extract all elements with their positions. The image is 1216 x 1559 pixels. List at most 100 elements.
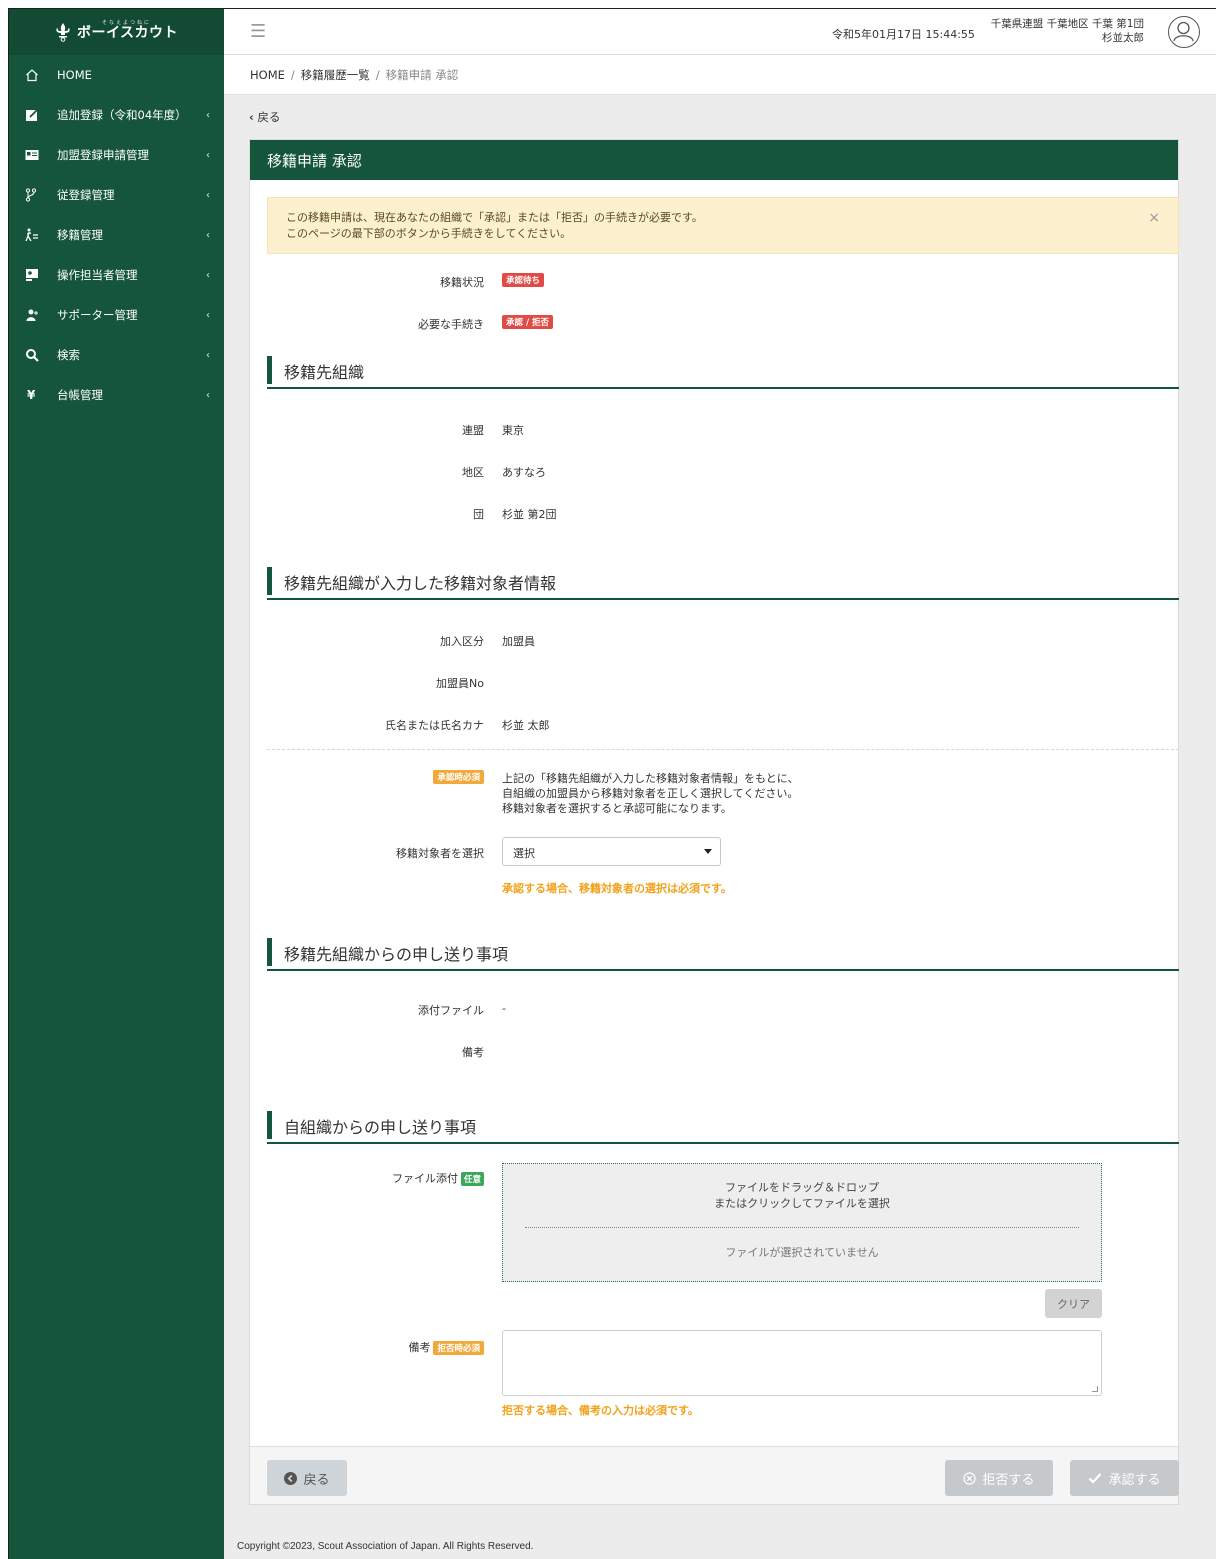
approval-required-alert: この移籍申請は、現在あなたの組織で「承認」または「拒否」の手続きが必要です。 こ… bbox=[267, 197, 1179, 254]
caret-down-icon bbox=[704, 849, 712, 854]
resize-handle-icon[interactable] bbox=[1092, 1386, 1098, 1392]
user-info: 千葉県連盟 千葉地区 千葉 第1団 杉並太郎 bbox=[991, 17, 1144, 45]
remarks-textarea[interactable] bbox=[502, 1330, 1102, 1396]
breadcrumb-home-link[interactable]: HOME bbox=[250, 68, 285, 82]
circle-x-icon bbox=[963, 1471, 977, 1485]
card-footer: 戻る 拒否する 承認する bbox=[250, 1446, 1179, 1504]
dest-remarks-row: 備考 bbox=[250, 1044, 1178, 1064]
user-name: 杉並太郎 bbox=[1102, 32, 1144, 44]
sidebar-item-label: サポーター管理 bbox=[57, 308, 138, 322]
optional-badge: 任意 bbox=[460, 1172, 484, 1186]
search-icon bbox=[25, 348, 47, 362]
name-row: 氏名または氏名カナ 杉並 太郎 bbox=[250, 717, 1178, 737]
sidebar-item-label: HOME bbox=[57, 68, 92, 82]
reject-button[interactable]: 拒否する bbox=[945, 1460, 1053, 1496]
join-type-label: 加入区分 bbox=[440, 635, 484, 648]
sidebar-item-home[interactable]: HOME bbox=[9, 55, 224, 95]
sidebar-item-sub-registration[interactable]: 従登録管理 ‹ bbox=[9, 175, 224, 215]
section-title: 自組織からの申し送り事項 bbox=[284, 1118, 477, 1137]
group-value: 杉並 第2団 bbox=[502, 508, 557, 521]
remarks-required-warning: 拒否する場合、備考の入力は必須です。 bbox=[502, 1404, 699, 1417]
select-value: 選択 bbox=[513, 847, 535, 860]
sidebar-item-label: 台帳管理 bbox=[57, 388, 103, 402]
district-row: 地区 あすなろ bbox=[250, 464, 1178, 484]
avatar[interactable] bbox=[1168, 16, 1200, 48]
sidebar-item-label: 操作担当者管理 bbox=[57, 268, 138, 282]
select-target-label: 移籍対象者を選択 bbox=[396, 847, 484, 860]
no-file-text: ファイルが選択されていません bbox=[725, 1246, 879, 1259]
section-own-notes: 自組織からの申し送り事項 bbox=[267, 1108, 1179, 1144]
selection-help-text: 上記の「移籍先組織が入力した移籍対象者情報」をもとに、 自組織の加盟員から移籍対… bbox=[502, 771, 798, 816]
transfer-approval-card: 移籍申請 承認 この移籍申請は、現在あなたの組織で「承認」または「拒否」の手続き… bbox=[249, 139, 1179, 1505]
help-line: 自組織の加盟員から移籍対象者を正しく選択してください。 bbox=[502, 787, 799, 800]
breadcrumb-separator: / bbox=[290, 67, 295, 82]
dropzone-divider bbox=[525, 1227, 1079, 1228]
dest-remarks-label: 備考 bbox=[462, 1046, 484, 1059]
attachment-label: 添付ファイル bbox=[418, 1004, 484, 1017]
section-bar bbox=[267, 356, 272, 384]
back-link[interactable]: ‹ 戻る bbox=[249, 109, 280, 125]
current-datetime: 令和5年01月17日 15:44:55 bbox=[832, 28, 975, 41]
sidebar-item-membership-application[interactable]: 加盟登録申請管理 ‹ bbox=[9, 135, 224, 175]
sidebar-item-transfer[interactable]: 移籍管理 ‹ bbox=[9, 215, 224, 255]
procedure-badge: 承認 / 拒否 bbox=[502, 315, 554, 329]
join-type-row: 加入区分 加盟員 bbox=[250, 633, 1178, 653]
help-line: 上記の「移籍先組織が入力した移籍対象者情報」をもとに、 bbox=[502, 772, 799, 785]
card-header: 移籍申請 承認 bbox=[250, 140, 1178, 180]
top-bar: ☰ 令和5年01月17日 15:44:55 千葉県連盟 千葉地区 千葉 第1団 … bbox=[224, 9, 1216, 55]
district-value: あすなろ bbox=[502, 466, 546, 479]
sidebar-item-operators[interactable]: 操作担当者管理 ‹ bbox=[9, 255, 224, 295]
user-icon bbox=[1173, 21, 1194, 42]
edit-icon bbox=[25, 108, 47, 122]
breadcrumb-current: 移籍申請 承認 bbox=[385, 67, 459, 82]
check-icon bbox=[1089, 1473, 1102, 1484]
sidebar-item-supporters[interactable]: サポーター管理 ‹ bbox=[9, 295, 224, 335]
close-icon[interactable]: × bbox=[1148, 210, 1160, 226]
file-attach-label: ファイル添付 bbox=[391, 1172, 458, 1185]
operator-icon bbox=[25, 268, 47, 282]
sidebar-item-label: 検索 bbox=[57, 348, 80, 362]
sidebar-item-search[interactable]: 検索 ‹ bbox=[9, 335, 224, 375]
back-button[interactable]: 戻る bbox=[267, 1460, 347, 1496]
id-card-icon bbox=[25, 149, 47, 161]
branch-icon bbox=[25, 188, 47, 202]
member-no-row: 加盟員No bbox=[250, 675, 1178, 695]
federation-value: 東京 bbox=[502, 424, 524, 437]
status-row: 移籍状況 承認待ち bbox=[250, 273, 1178, 294]
approve-button[interactable]: 承認する bbox=[1070, 1460, 1179, 1496]
select-required-warning: 承認する場合、移籍対象者の選択は必須です。 bbox=[502, 882, 732, 895]
district-label: 地区 bbox=[462, 466, 484, 479]
breadcrumb: HOME / 移籍履歴一覧 / 移籍申請 承認 bbox=[224, 55, 1216, 95]
transfer-target-select[interactable]: 選択 bbox=[502, 837, 721, 866]
brand-kana: そなえよつねに bbox=[102, 20, 152, 26]
sidebar-item-ledger[interactable]: ¥ 台帳管理 ‹ bbox=[9, 375, 224, 415]
sidebar-item-label: 移籍管理 bbox=[57, 228, 103, 242]
page-title: 移籍申請 承認 bbox=[267, 151, 362, 170]
chevron-left-icon: ‹ bbox=[206, 109, 210, 121]
join-type-value: 加盟員 bbox=[502, 635, 535, 648]
clear-file-button[interactable]: クリア bbox=[1045, 1289, 1102, 1318]
group-row: 団 杉並 第2団 bbox=[250, 506, 1178, 526]
attachment-row: 添付ファイル - bbox=[250, 1002, 1178, 1022]
file-dropzone[interactable]: ファイルをドラッグ＆ドロップ またはクリックしてファイルを選択 ファイルが選択さ… bbox=[502, 1163, 1102, 1282]
sidebar-item-additional-registration[interactable]: 追加登録（令和04年度） ‹ bbox=[9, 95, 224, 135]
chevron-left-icon: ‹ bbox=[206, 349, 210, 361]
section-title: 移籍先組織からの申し送り事項 bbox=[284, 945, 509, 964]
name-label: 氏名または氏名カナ bbox=[385, 719, 484, 732]
hamburger-menu-icon[interactable]: ☰ bbox=[250, 21, 266, 42]
procedure-label: 必要な手続き bbox=[418, 318, 484, 331]
required-on-reject-badge: 拒否時必須 bbox=[433, 1341, 484, 1355]
breadcrumb-transfer-history-link[interactable]: 移籍履歴一覧 bbox=[301, 67, 370, 83]
chevron-left-icon: ‹ bbox=[206, 229, 210, 241]
transfer-icon bbox=[25, 228, 47, 242]
chevron-left-icon: ‹ bbox=[206, 189, 210, 201]
circle-chevron-left-icon bbox=[284, 1471, 298, 1485]
status-badge: 承認待ち bbox=[502, 273, 545, 287]
back-link-label: 戻る bbox=[257, 110, 281, 124]
brand-logo[interactable]: そなえよつねに ボーイスカウト bbox=[9, 9, 224, 55]
chevron-left-icon: ‹ bbox=[249, 110, 254, 124]
sidebar-item-label: 従登録管理 bbox=[57, 188, 115, 202]
member-no-label: 加盟員No bbox=[436, 677, 484, 690]
fleur-de-lis-icon bbox=[56, 23, 70, 42]
chevron-left-icon: ‹ bbox=[206, 149, 210, 161]
